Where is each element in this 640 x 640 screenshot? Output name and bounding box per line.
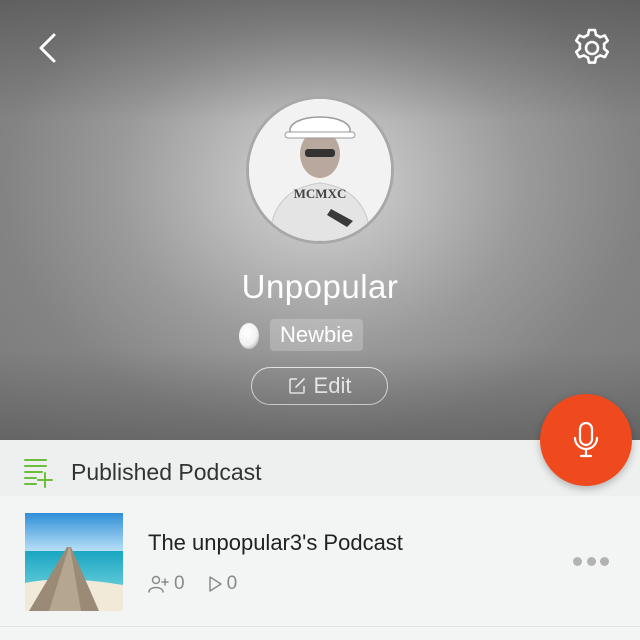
add-user-icon [148,575,169,593]
level-badge: Newbie [270,319,364,351]
plays-stat: 0 [207,573,238,595]
edit-icon [288,378,305,394]
edit-label: Edit [313,373,352,398]
playlist-add-icon [24,459,53,488]
profile-header: MCMXC Unpopular Newbie Edit [0,0,640,440]
back-button[interactable] [28,28,68,68]
level-badge-row: Newbie [238,318,364,352]
followers-stat: 0 [148,573,185,595]
shirt-text: MCMXC [294,186,347,201]
microphone-icon [573,421,599,458]
podcast-title: The unpopular3's Podcast [148,530,403,555]
edit-profile-button[interactable]: Edit [251,367,388,405]
podcast-thumbnail [25,513,123,611]
avatar[interactable]: MCMXC [246,96,394,244]
more-icon[interactable] [573,553,609,569]
avatar-photo: MCMXC [249,99,391,241]
followers-count: 0 [174,573,185,594]
play-icon [208,576,222,592]
username: Unpopular [241,268,399,305]
record-button[interactable] [540,394,632,486]
gear-icon [574,28,610,64]
section-title: Published Podcast [71,459,262,485]
podcast-stats: 0 0 [148,573,259,595]
plays-count: 0 [226,573,238,594]
list-item[interactable]: The unpopular3's Podcast 0 0 [0,497,640,627]
chevron-left-icon [39,33,56,63]
egg-icon [239,323,259,349]
settings-button[interactable] [570,26,614,70]
